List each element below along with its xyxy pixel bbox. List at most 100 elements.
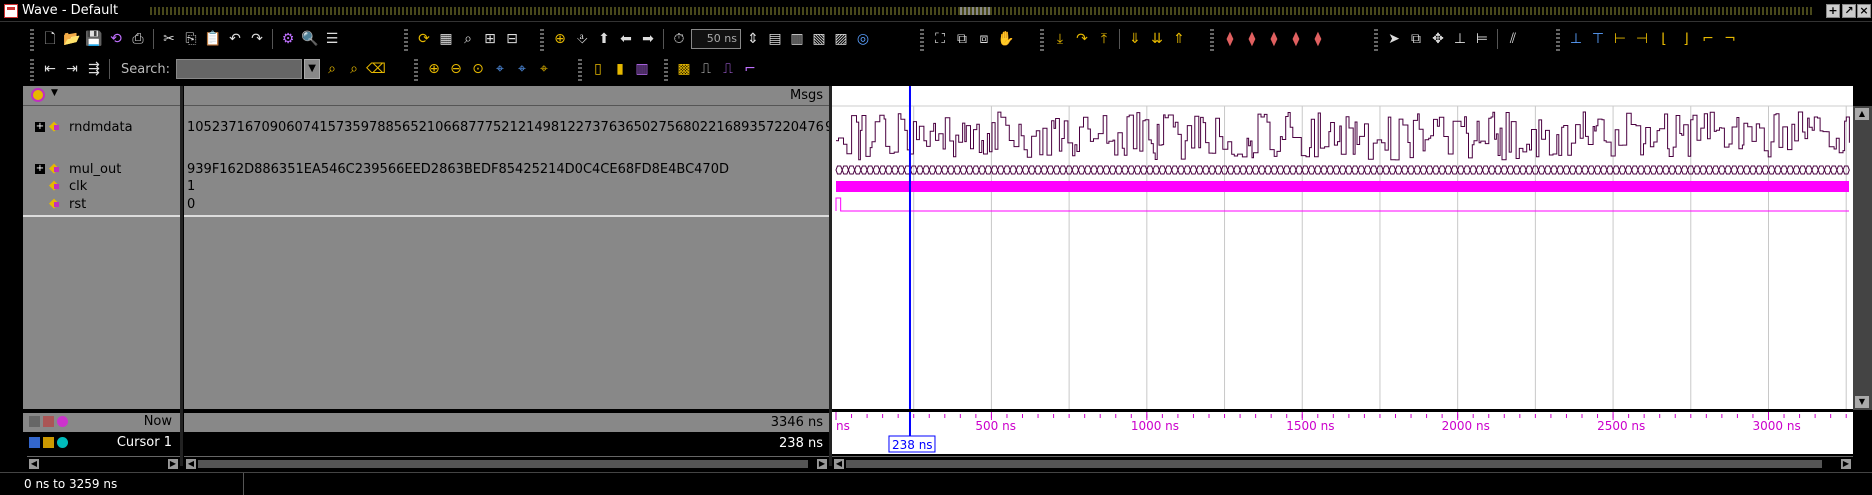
run-length-icon[interactable]: ⏱ <box>669 29 689 49</box>
redo-icon[interactable]: ↷ <box>247 29 267 49</box>
run-icon[interactable]: ▤ <box>765 29 785 49</box>
dock-icon[interactable]: + <box>1826 4 1840 18</box>
open-folder-icon[interactable]: 📂 <box>62 29 82 49</box>
arrow-up-icon[interactable]: ⬆ <box>594 29 614 49</box>
scroll-left-icon[interactable]: ◀ <box>834 459 844 469</box>
next-cursor-icon[interactable]: ⊣ <box>1632 29 1652 49</box>
vertical-scrollbar[interactable]: ▲ ▼ <box>1853 106 1872 410</box>
title-center-grip[interactable] <box>960 7 990 15</box>
zoom-full-icon[interactable]: ⊙ <box>468 59 488 79</box>
cursor-4-icon[interactable]: ⌋ <box>1676 29 1696 49</box>
wave-hscrollbar[interactable]: ◀ ▶ <box>832 456 1853 470</box>
wave-col-2-icon[interactable]: ▮ <box>610 59 630 79</box>
toolbar-grip[interactable] <box>920 27 924 51</box>
toolbar-grip[interactable] <box>1556 27 1560 51</box>
wave-mul-out[interactable] <box>835 165 1850 175</box>
run-length-spinner-icon[interactable]: ⇕ <box>743 29 763 49</box>
cursor-tag[interactable]: 238 ns <box>892 438 933 452</box>
signal-values-pane[interactable]: Msgs 10523716709060741573597885652106687… <box>184 86 829 409</box>
waveform-pane[interactable] <box>832 86 1853 409</box>
layout-4-icon[interactable]: ⧫ <box>1286 29 1306 49</box>
layout-2-icon[interactable]: ⧫ <box>1242 29 1262 49</box>
select-mode-icon[interactable]: ➤ <box>1384 29 1404 49</box>
pencil-icon[interactable] <box>43 437 54 448</box>
search-binoculars-icon[interactable]: ⌕ <box>322 59 342 79</box>
copy-icon[interactable]: ⎘ <box>181 29 201 49</box>
scroll-right-icon[interactable]: ▶ <box>817 459 827 469</box>
delete-icon[interactable] <box>57 437 68 448</box>
find-all-icon[interactable]: ⇶ <box>84 59 104 79</box>
run-all-icon[interactable]: ▧ <box>809 29 829 49</box>
signal-names-pane[interactable]: ▼ + ◆ rndmdata + ◆ mul_out ◆ clk ◆ rst <box>23 86 180 409</box>
arrow-left-icon[interactable]: ⬅ <box>616 29 636 49</box>
find-next-icon[interactable]: ⇥ <box>62 59 82 79</box>
find-icon[interactable]: 🔍 <box>300 29 320 49</box>
zoom-cursor-icon[interactable]: ⌖ <box>490 59 510 79</box>
split-icon[interactable]: ⫽ <box>1503 29 1523 49</box>
expand-icon[interactable]: + <box>35 122 45 132</box>
toolbar-grip[interactable] <box>540 27 544 51</box>
step-end-icon[interactable]: ⇑ <box>1169 29 1189 49</box>
step-forward-icon[interactable]: ⇊ <box>1147 29 1167 49</box>
zoom-range-icon[interactable]: ⌖ <box>512 59 532 79</box>
dataflow-icon[interactable]: ⊟ <box>502 29 522 49</box>
cursor-5-icon[interactable]: ⌐ <box>1698 29 1718 49</box>
target-icon[interactable] <box>57 416 68 427</box>
print-icon[interactable]: ⎙ <box>128 29 148 49</box>
toolbar-grip[interactable] <box>1374 27 1378 51</box>
pane-splitter-1[interactable] <box>180 86 183 466</box>
values-hscroll-thumb[interactable] <box>198 460 808 468</box>
wave-col-1-icon[interactable]: ▯ <box>588 59 608 79</box>
monitor-icon[interactable] <box>43 416 54 427</box>
wave-col-3-icon[interactable]: ▥ <box>632 59 652 79</box>
paste-icon[interactable]: 📋 <box>203 29 223 49</box>
continue-icon[interactable]: ▥ <box>787 29 807 49</box>
values-hscrollbar[interactable]: ◀ ▶ <box>184 456 829 470</box>
edge-last-icon[interactable]: ⌐ <box>740 59 760 79</box>
schematic-icon[interactable]: ⊞ <box>480 29 500 49</box>
wave-clk[interactable] <box>836 181 1849 192</box>
expand-icon[interactable]: + <box>35 164 45 174</box>
layout-1-icon[interactable]: ⧫ <box>1220 29 1240 49</box>
close-icon[interactable]: × <box>1857 4 1871 18</box>
edit-wave-icon[interactable]: ⊨ <box>1472 29 1492 49</box>
cut-icon[interactable]: ✂ <box>159 29 179 49</box>
step-over-wave-icon[interactable]: ↷ <box>1072 29 1092 49</box>
pan-mode-icon[interactable]: ✥ <box>1428 29 1448 49</box>
save-icon[interactable]: 💾 <box>84 29 104 49</box>
toolbar-grip[interactable] <box>664 57 668 81</box>
scroll-up-icon[interactable]: ▲ <box>1855 108 1869 120</box>
signal-row-rst[interactable]: ◆ rst <box>23 196 180 214</box>
list-icon[interactable]: ☰ <box>322 29 342 49</box>
search-dropdown-icon[interactable]: ▼ <box>304 59 321 79</box>
toolbar-grip[interactable] <box>578 57 582 81</box>
arrow-right-icon[interactable]: ➡ <box>638 29 658 49</box>
run-length-input[interactable]: 50 ns <box>691 29 741 49</box>
edit-mode-icon[interactable]: ⊥ <box>1450 29 1470 49</box>
timeline-ruler[interactable]: ns 500 ns 1000 ns 1500 ns 2000 ns 2500 ns 3000… <box>832 412 1853 454</box>
toolbar-grip[interactable] <box>414 57 418 81</box>
reload-icon[interactable]: ⟲ <box>106 29 126 49</box>
grid-icon[interactable] <box>29 416 40 427</box>
search-clear-icon[interactable]: ⌫ <box>366 59 386 79</box>
wave-hscroll-thumb[interactable] <box>846 460 1822 468</box>
find-prev-icon[interactable]: ⇤ <box>40 59 60 79</box>
undo-icon[interactable]: ↶ <box>225 29 245 49</box>
compile-icon[interactable]: ⚙ <box>278 29 298 49</box>
delete-cursor-icon[interactable]: ⊤ <box>1588 29 1608 49</box>
cursor-row-name[interactable]: Cursor 1 <box>23 434 180 453</box>
edge-falling-icon[interactable]: ⎍ <box>696 59 716 79</box>
toolbar-grip[interactable] <box>1210 27 1214 51</box>
wave-palette-icon[interactable] <box>31 88 45 102</box>
signal-row-rndmdata[interactable]: + ◆ rndmdata <box>23 119 180 137</box>
add-cursor-icon[interactable]: ⊥ <box>1566 29 1586 49</box>
wave-rndmdata[interactable] <box>835 111 1850 161</box>
toolbar-grip[interactable] <box>404 27 408 51</box>
scroll-right-icon[interactable]: ▶ <box>168 459 178 469</box>
break-icon[interactable]: ▨ <box>831 29 851 49</box>
step-out-icon[interactable]: ⧈ <box>974 29 994 49</box>
step-icon[interactable]: ⛶ <box>930 29 950 49</box>
toolbar-grip[interactable] <box>30 57 34 81</box>
scroll-down-icon[interactable]: ▼ <box>1855 396 1869 408</box>
toolbar-grip[interactable] <box>30 27 34 51</box>
